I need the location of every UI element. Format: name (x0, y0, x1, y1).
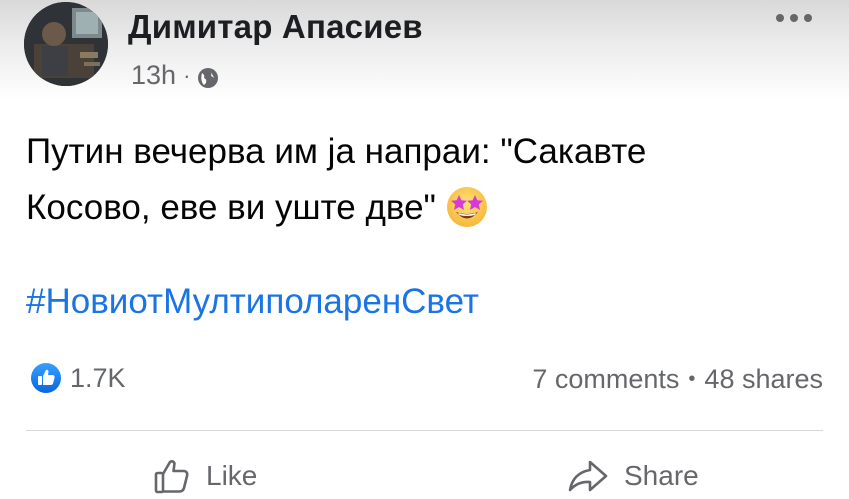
shares-count[interactable]: 48 shares (704, 364, 823, 395)
post-text-line-content: Косово, еве ви уште две" (26, 188, 436, 227)
divider (26, 430, 823, 431)
like-button[interactable]: Like (152, 456, 257, 496)
share-arrow-icon (568, 460, 608, 492)
thumbs-up-icon (154, 459, 189, 494)
share-label: Share (624, 460, 699, 491)
reactions-summary[interactable]: 1.7K (30, 362, 126, 394)
globe-icon[interactable] (197, 65, 219, 88)
stats-separator: • (688, 368, 696, 390)
meta-separator: · (183, 62, 191, 88)
author-name[interactable]: Димитар Апасиев (128, 8, 423, 46)
post-text-line: Путин вечерва им ја напраи: "Сакавте (26, 132, 647, 171)
hashtag-link[interactable]: #НовиотМултиполаренСвет (26, 282, 479, 322)
like-label: Like (206, 460, 258, 491)
engagement-stats: 7 comments • 48 shares (532, 364, 823, 395)
share-button[interactable]: Share (566, 456, 699, 496)
comments-count[interactable]: 7 comments (532, 364, 679, 395)
reaction-count: 1.7K (70, 362, 126, 393)
avatar[interactable] (24, 2, 108, 86)
post-text-line: Косово, еве ви уште две" (26, 180, 826, 236)
facebook-post: Димитар Апасиев 13h · Путин вечерва им ј… (0, 0, 849, 499)
more-options-icon[interactable] (774, 10, 814, 26)
like-reaction-icon (30, 362, 62, 394)
post-text: Путин вечерва им ја напраи: "Сакавте Кос… (26, 124, 826, 236)
post-time[interactable]: 13h (131, 60, 176, 91)
post-meta: 13h · (131, 60, 219, 91)
star-struck-emoji-icon (444, 183, 490, 229)
